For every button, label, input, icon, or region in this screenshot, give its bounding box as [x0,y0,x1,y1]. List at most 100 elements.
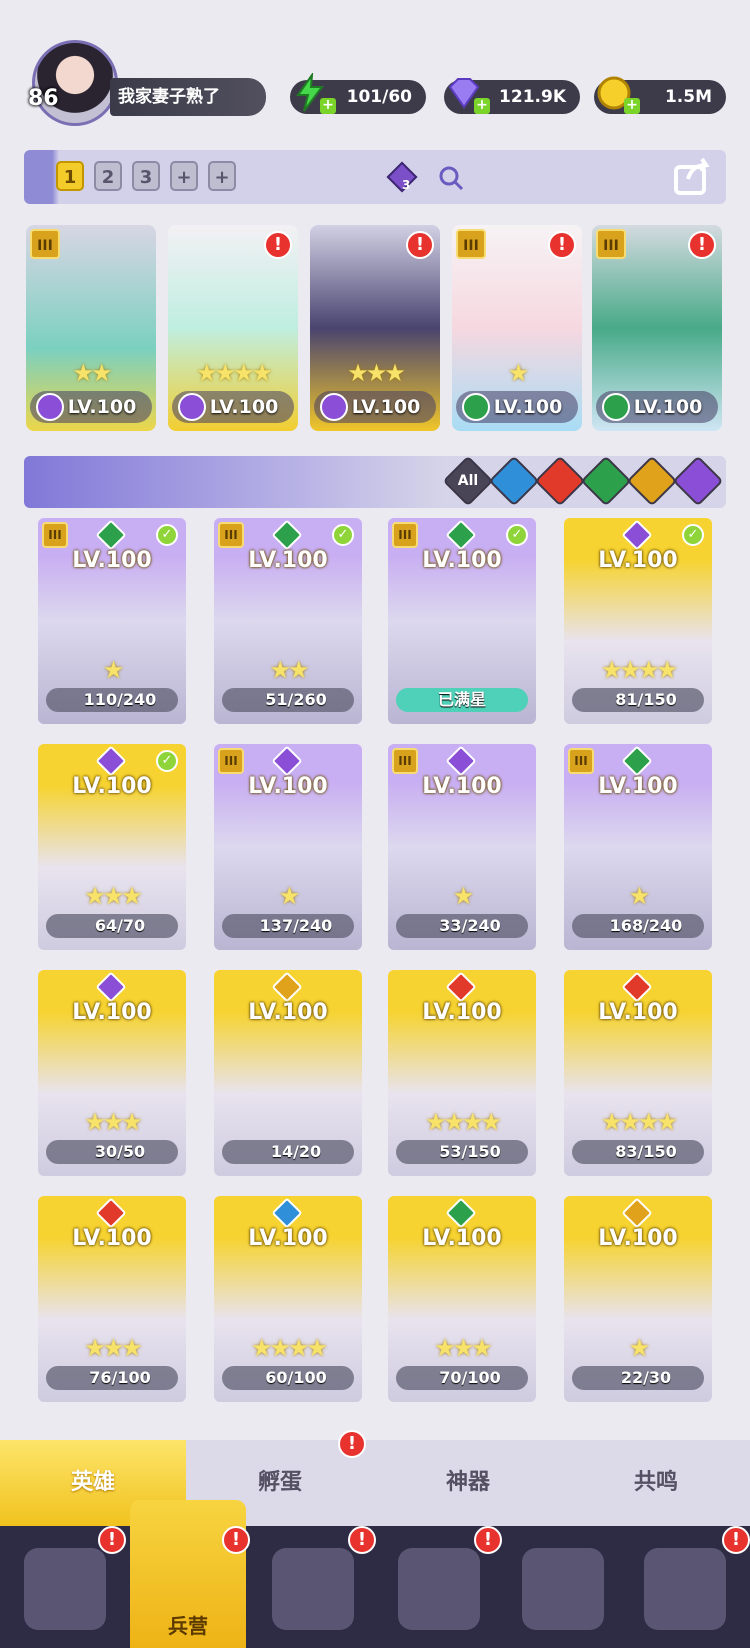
team-hero-card[interactable]: ! ★★★ LV.100 [310,225,440,431]
element-icon [445,971,477,1003]
shard-progress: 81/150 [572,688,704,712]
star-rating: ★ [628,882,651,910]
filter-all-label: All [457,473,479,489]
alert-badge: ! [264,231,292,259]
player-name: 我家妻子熟了 [110,78,266,116]
tier-badge: III [456,229,486,259]
element-icon [320,393,348,421]
nav-dungeon-icon[interactable] [522,1548,604,1630]
team-hero-card[interactable]: III! LV.100 [592,225,722,431]
tier-badge: III [218,522,244,548]
hero-card[interactable]: LV.100 ★ 22/30 [564,1196,712,1402]
shard-progress: 已满星 [396,688,528,712]
tab-resonance[interactable]: 共鸣 [562,1440,750,1526]
team-tab-add-1[interactable]: + [170,161,198,191]
hero-card[interactable]: ✓ LV.100 ★★★★ 81/150 [564,518,712,724]
element-icon [621,971,653,1003]
hero-card[interactable]: LV.100 ★★★ 30/50 [38,970,186,1176]
element-icon [602,393,630,421]
gold-value: 1.5M [664,87,712,107]
hero-card[interactable]: LV.100 ★★★ 76/100 [38,1196,186,1402]
team-tab-add-2[interactable]: + [208,161,236,191]
element-icon [621,519,653,551]
check-icon: ✓ [156,524,178,546]
team-tab-3[interactable]: 3 [132,161,160,191]
gem-value: 121.9K [499,87,566,107]
star-rating: ★★ [72,359,112,387]
tier-badge: III [30,229,60,259]
team-tab-1[interactable]: 1 [56,161,84,191]
hero-card[interactable]: LV.100 ★★★ 70/100 [388,1196,536,1402]
search-icon[interactable] [436,163,466,193]
shard-progress: 64/70 [46,914,178,938]
team-count: 3 [402,178,411,192]
nav-cards-icon[interactable] [24,1548,106,1630]
alert-badge: ! [548,231,576,259]
nav-guild-icon[interactable] [644,1548,726,1630]
shard-progress: 22/30 [572,1366,704,1390]
nav-alert-2: ! [222,1526,250,1554]
hero-level: LV.100 [248,1000,328,1025]
hero-level: LV.100 [598,1226,678,1251]
star-rating: ★ [507,359,530,387]
star-rating: ★★★ [347,359,406,387]
tier-badge: III [596,229,626,259]
shard-progress: 14/20 [222,1140,354,1164]
add-gem-button[interactable]: + [474,98,490,114]
hero-level: LV.100 [422,1000,502,1025]
hero-card[interactable]: III ✓ LV.100 ★ 110/240 [38,518,186,724]
star-rating: ★★★★ [600,1108,678,1136]
element-icon [271,745,303,777]
alert-badge: ! [688,231,716,259]
star-rating: ★★★★ [195,359,273,387]
team-hero-card[interactable]: ! ★★★★ LV.100 [168,225,298,431]
hero-card[interactable]: ✓ LV.100 ★★★ 64/70 [38,744,186,950]
hero-card[interactable]: LV.100 ★★★★ 83/150 [564,970,712,1176]
shard-progress: 30/50 [46,1140,178,1164]
element-icon [445,745,477,777]
hero-level: LV.100 [72,1226,152,1251]
nav-castle-icon[interactable] [398,1548,480,1630]
hero-level: LV.100 [248,548,328,573]
check-icon: ✓ [156,750,178,772]
shard-progress: 53/150 [396,1140,528,1164]
shard-progress: 70/100 [396,1366,528,1390]
nav-alert-5: ! [722,1526,750,1554]
check-icon: ✓ [682,524,704,546]
hero-level: LV.100 [248,774,328,799]
element-icon [621,1197,653,1229]
shard-progress: 76/100 [46,1366,178,1390]
element-icon [95,519,127,551]
hero-card[interactable]: LV.100 ★★★★ 60/100 [214,1196,362,1402]
hero-level: LV.100 [422,774,502,799]
hero-card[interactable]: III ✓ LV.100 已满星 [388,518,536,724]
shard-progress: 110/240 [46,688,178,712]
energy-value: 101/60 [346,87,412,107]
add-energy-button[interactable]: + [320,98,336,114]
element-icon [271,971,303,1003]
hero-card[interactable]: III LV.100 ★ 33/240 [388,744,536,950]
shard-progress: 137/240 [222,914,354,938]
player-avatar[interactable] [32,40,118,126]
star-rating: ★★★ [434,1334,493,1362]
hero-card[interactable]: LV.100 14/20 [214,970,362,1176]
share-icon[interactable] [672,157,714,197]
hero-card[interactable]: III ✓ LV.100 ★★ 51/260 [214,518,362,724]
star-rating: ★ [102,656,125,684]
hero-card[interactable]: III LV.100 ★ 168/240 [564,744,712,950]
team-hero-card[interactable]: III ★★ LV.100 [26,225,156,431]
nav-book-icon[interactable] [272,1548,354,1630]
team-hero-card[interactable]: III! ★ LV.100 [452,225,582,431]
hero-level: LV.100 [598,548,678,573]
add-gold-button[interactable]: + [624,98,640,114]
hero-level: LV.100 [422,1226,502,1251]
shard-progress: 168/240 [572,914,704,938]
hero-level: LV.100 [598,1000,678,1025]
team-tab-2[interactable]: 2 [94,161,122,191]
check-icon: ✓ [506,524,528,546]
hero-card[interactable]: LV.100 ★★★★ 53/150 [388,970,536,1176]
star-rating: ★ [452,882,475,910]
star-rating: ★★★★ [600,656,678,684]
hero-card[interactable]: III LV.100 ★ 137/240 [214,744,362,950]
tab-artifacts[interactable]: 神器 [374,1440,562,1526]
